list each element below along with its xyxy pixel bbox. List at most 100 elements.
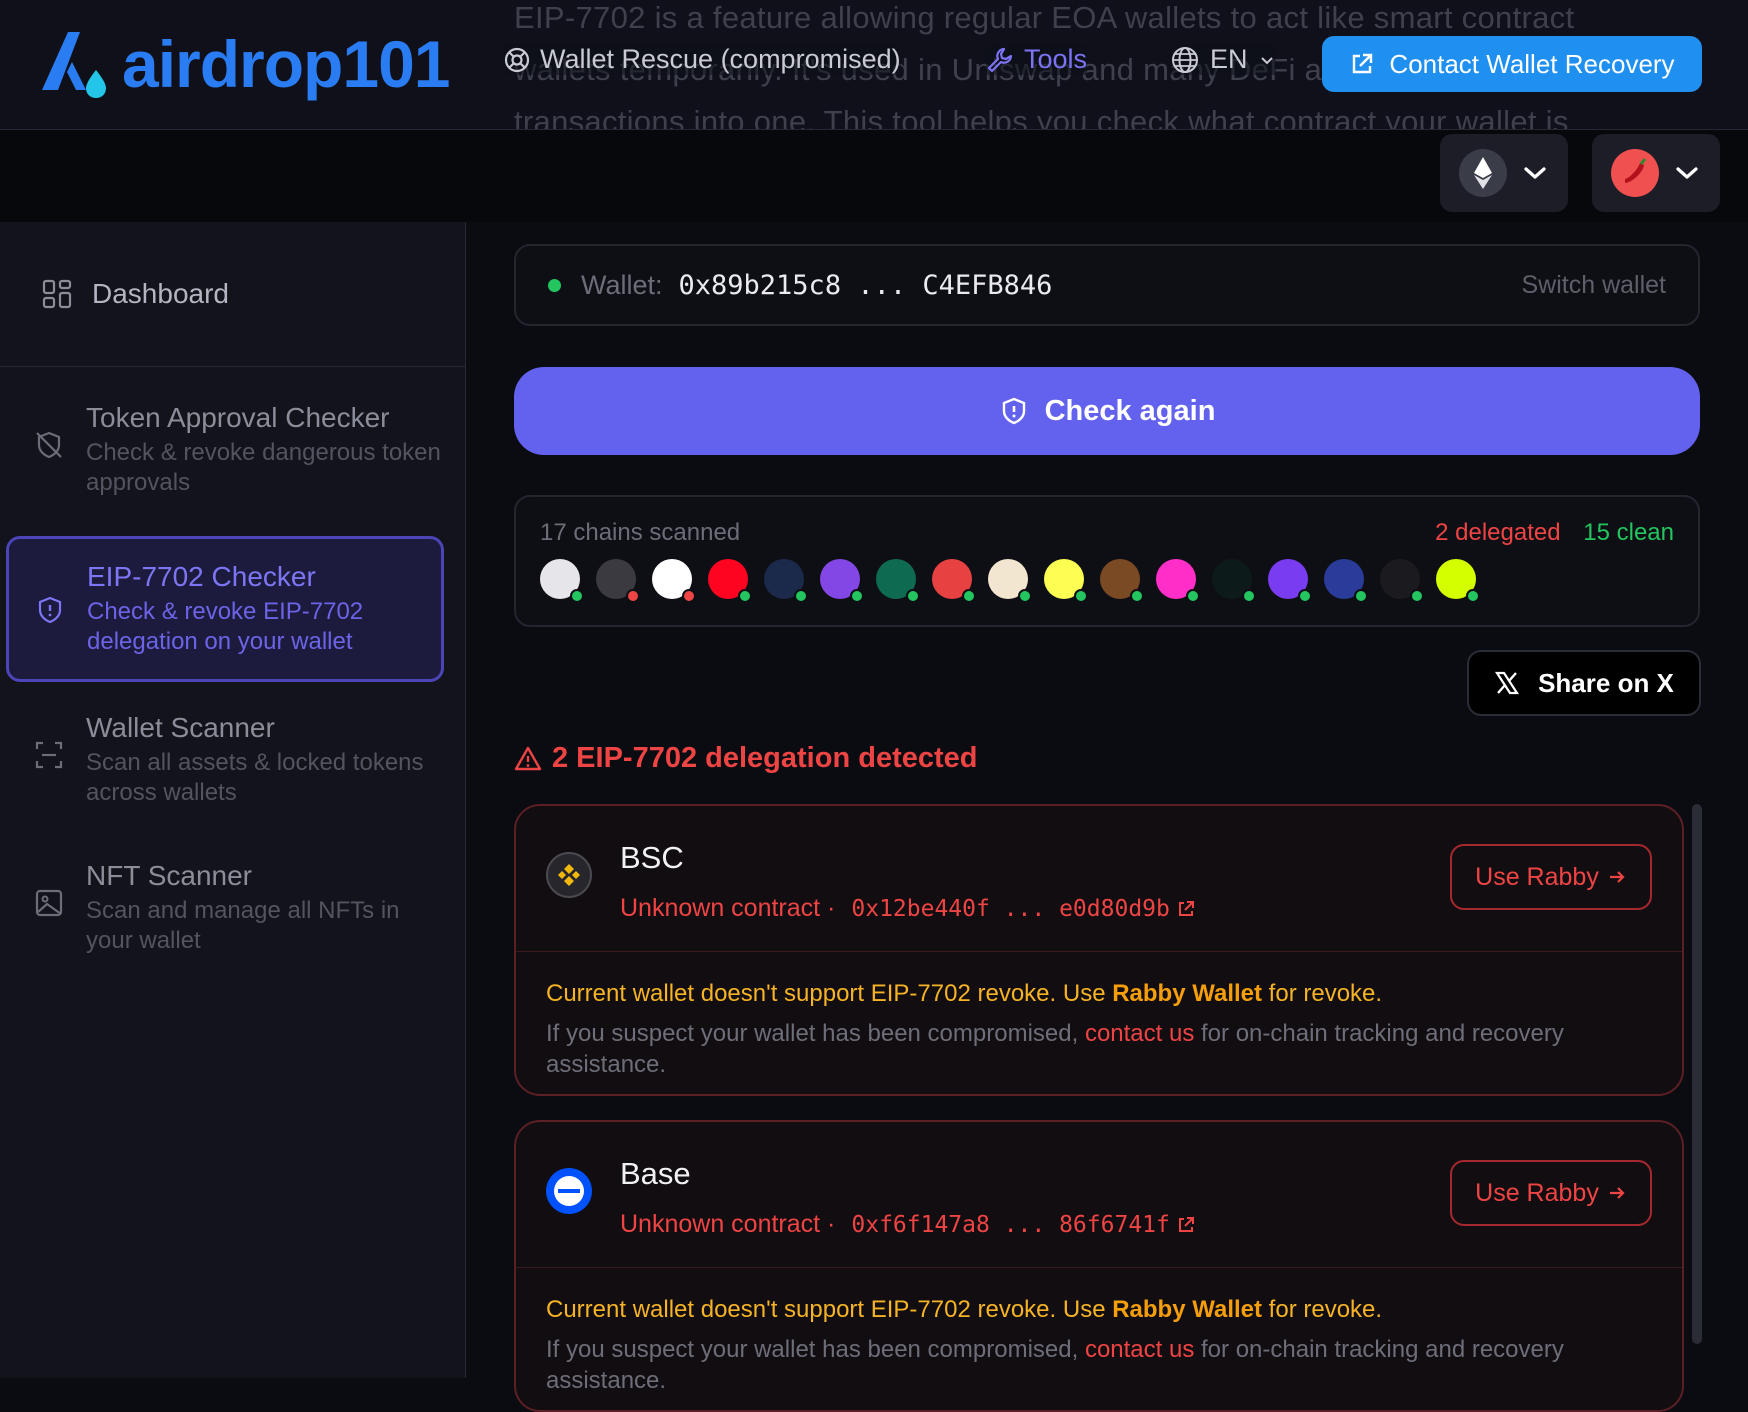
rabby-wallet-link[interactable]: Rabby Wallet [1112,980,1262,1007]
warning-text: Current wallet doesn't support EIP-7702 … [546,980,1113,1007]
avalanche-chain-icon [932,559,976,603]
wallet-label: Wallet: [581,269,663,300]
share-label: Share on X [1538,667,1674,698]
share-on-x-button[interactable]: Share on X [1467,650,1701,716]
language-label: EN [1210,44,1248,74]
ethereum-icon [1459,149,1507,197]
chains-stats: 2 delegated 15 clean [1435,519,1674,547]
external-link-icon[interactable] [1176,1215,1196,1235]
check-again-button[interactable]: Check again [514,367,1700,455]
language-selector[interactable]: EN [1170,44,1276,75]
bsc-chain-icon [546,852,592,898]
external-link-icon[interactable] [1176,899,1196,919]
contact-us-link[interactable]: contact us [1085,1336,1194,1363]
sidebar-item-token-approval-checker[interactable]: Token Approval Checker Check & revoke da… [8,400,444,498]
scrollbar[interactable] [1692,804,1702,1344]
berachain-chain-icon [1100,559,1144,603]
delegated-count: 2 delegated [1435,519,1561,546]
main-content: Wallet: 0x89b215c8 ... C4EFB846 Switch w… [466,222,1748,1412]
sidebar-item-title: Token Approval Checker [86,402,390,433]
sidebar-item-wallet-scanner[interactable]: Wallet Scanner Scan all assets & locked … [8,710,444,808]
contact-us-link[interactable]: contact us [1085,1020,1194,1047]
chevron-down-icon [1260,56,1273,64]
chains-scanned-count: 17 chains scanned [540,519,741,546]
nav-tools-label: Tools [1024,44,1088,74]
top-header: EIP-7702 is a feature allowing regular E… [0,0,1748,130]
logo-text: airdrop101 [122,27,450,101]
network-selector[interactable] [1440,134,1568,212]
revoke-warning: Current wallet doesn't support EIP-7702 … [546,978,1652,1010]
celo-chain-icon [1044,559,1088,603]
unichain-like-chain-icon [1268,559,1312,603]
chain-status-dot [1466,589,1480,603]
arrow-right-icon [1609,871,1625,883]
x-logo-icon [1495,671,1520,695]
check-again-label: Check again [1044,394,1216,427]
delegation-card-base: Base Unknown contract · 0xf6f147a8 ... 8… [514,1120,1684,1412]
use-rabby-label: Use Rabby [1475,862,1599,891]
arbitrum-chain-icon [764,559,808,603]
warning-text: for revoke. [1262,980,1383,1007]
sidebar-item-nft-scanner[interactable]: NFT Scanner Scan and manage all NFTs in … [8,858,444,956]
contract-address-link[interactable]: 0xf6f147a8 ... 86f6741f [851,1212,1170,1238]
wrench-icon [987,47,1013,72]
chevron-down-icon [1676,167,1698,179]
sidebar-item-dashboard[interactable]: Dashboard [0,222,465,367]
contract-address-link[interactable]: 0x12be440f ... e0d80d9b [851,896,1170,922]
base-chain-icon [652,559,696,603]
nav-wallet-rescue-label: Wallet Rescue (compromised) [540,44,901,74]
nav-wallet-rescue[interactable]: Wallet Rescue (compromised) [504,44,901,75]
avatar-pepper-icon [1611,149,1659,197]
warning-text: Current wallet doesn't support EIP-7702 … [546,1296,1113,1323]
delegation-alert-heading: 2 EIP-7702 delegation detected [514,742,977,775]
connected-status-dot [548,278,561,292]
alert-title-text: 2 EIP-7702 delegation detected [552,742,978,774]
sidebar-dashboard-label: Dashboard [92,278,229,309]
delegation-chain-name: BSC [620,840,684,875]
sphere-chain-icon [1324,559,1368,603]
shield-alert-icon [38,596,62,624]
lifebuoy-icon [504,47,530,72]
switch-wallet-link[interactable]: Switch wallet [1522,271,1667,300]
optimism-like-chain-icon [708,559,752,603]
use-rabby-button[interactable]: Use Rabby [1450,1160,1652,1226]
chain-status-dot [850,589,864,603]
contact-wallet-recovery-button[interactable]: Contact Wallet Recovery [1322,36,1702,92]
sidebar-item-title: NFT Scanner [86,860,252,891]
sidebar-item-eip7702-checker[interactable]: EIP-7702 Checker Check & revoke EIP-7702… [6,536,444,682]
chain-status-dot [738,589,752,603]
mantle-like-chain-icon [1436,559,1480,603]
sidebar-item-desc: Scan and manage all NFTs in your wallet [86,897,400,954]
wallet-address: 0x89b215c8 ... C4EFB846 [678,269,1053,301]
warning-triangle-icon [514,746,542,770]
sidebar: Dashboard Token Approval Checker Check &… [0,222,466,1378]
note-text: If you suspect your wallet has been comp… [546,1020,1085,1047]
account-selector[interactable] [1592,134,1720,212]
revoke-warning: Current wallet doesn't support EIP-7702 … [546,1294,1652,1326]
chain-status-dot [962,589,976,603]
nav-tools[interactable]: Tools [986,44,1088,75]
sidebar-item-desc: Check & revoke dangerous token approvals [86,439,441,496]
chain-status-dot [626,589,640,603]
note-text: If you suspect your wallet has been comp… [546,1336,1085,1363]
contract-label: Unknown contract · [620,1210,836,1238]
chain-status-dot [1242,589,1256,603]
use-rabby-label: Use Rabby [1475,1178,1599,1207]
delegation-contract-info: Unknown contract · 0xf6f147a8 ... 86f674… [620,1210,1196,1239]
base-logo-icon [548,1170,590,1212]
delegation-contract-info: Unknown contract · 0x12be440f ... e0d80d… [620,894,1196,923]
chain-status-dot [1354,589,1368,603]
airdrop-logo-icon [42,32,106,98]
bnb-icon [558,864,580,886]
logo[interactable]: airdrop101 [34,26,450,102]
base-chain-icon [546,1168,592,1214]
delegation-chain-name: Base [620,1156,691,1191]
wallet-bar: Wallet: 0x89b215c8 ... C4EFB846 Switch w… [514,244,1700,326]
rabby-wallet-link[interactable]: Rabby Wallet [1112,1296,1262,1323]
contract-label: Unknown contract · [620,894,836,922]
contact-button-label: Contact Wallet Recovery [1389,48,1675,79]
clean-count: 15 clean [1583,519,1674,546]
use-rabby-button[interactable]: Use Rabby [1450,844,1652,910]
chain-status-dot [794,589,808,603]
shield-off-icon [36,431,62,459]
